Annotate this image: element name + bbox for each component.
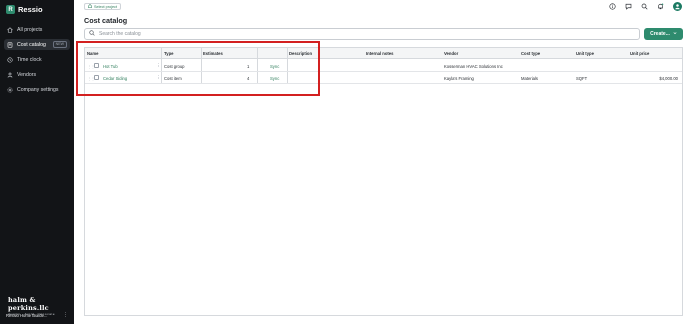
sidebar-item-label: Time clock [17,56,42,63]
clock-icon [7,56,13,63]
sidebar-item-label: Company settings [17,86,59,93]
chevron-down-icon [673,31,677,37]
create-button[interactable]: Create... [644,28,683,40]
sidebar-item-label: Cost catalog [17,41,46,48]
column-header-unit-price[interactable]: Unit price [630,51,649,56]
vendors-icon [7,72,13,78]
row-unit-type: SQFT [576,76,588,81]
create-button-label: Create... [650,31,670,37]
project-select[interactable]: Select project [84,3,122,10]
home-icon [7,26,13,33]
row-vendor: Kosserman HVAC Solutions Inc [444,64,503,69]
book-icon [7,41,13,48]
column-header-vendor[interactable]: Vendor [444,51,458,56]
sidebar-item-label: Vendors [17,71,37,78]
project-select-label: Select project [94,4,118,9]
column-header-internal-notes[interactable]: Internal notes [366,51,393,56]
bell-icon[interactable] [657,3,664,10]
page-title: Cost catalog [84,16,128,25]
row-cost-type: Materials [521,76,538,81]
topbar: Select project [74,0,688,14]
sidebar: R Ressio All projects Cost catalog NEW T… [0,0,74,324]
catalog-search[interactable] [84,28,640,40]
row-unit-price: $4,000.00 [659,76,678,81]
search-icon [89,30,95,38]
brand-logo-icon: R [6,5,15,14]
sidebar-item-all-projects[interactable]: All projects [4,24,70,35]
sidebar-item-label: All projects [17,26,43,33]
project-icon [88,4,92,9]
search-icon[interactable] [641,3,648,10]
gear-icon [7,86,13,93]
user-icon [675,4,680,10]
avatar[interactable] [673,2,682,11]
brand[interactable]: R Ressio [6,5,43,14]
brand-name: Ressio [18,5,43,14]
sidebar-nav: All projects Cost catalog NEW Time clock… [4,24,70,99]
sidebar-item-company-settings[interactable]: Company settings [4,84,70,95]
company-logo-name: halm & perkins.llc [8,296,49,312]
column-header-unit-type[interactable]: Unit type [576,51,594,56]
new-badge: NEW [52,41,67,48]
column-header-cost-type[interactable]: Cost type [521,51,540,56]
chat-icon[interactable] [625,3,632,10]
search-input[interactable] [99,31,599,37]
row-vendor: Kayla's Framing [444,76,474,81]
sidebar-item-cost-catalog[interactable]: Cost catalog NEW [4,39,70,50]
top-icons [609,2,682,11]
annotation-highlight-box [76,41,320,96]
help-icon[interactable] [609,3,616,10]
more-icon[interactable]: ⋮ [63,312,68,318]
account-switcher[interactable]: Ressio Home Builde... ⋮ [6,312,68,318]
sidebar-item-vendors[interactable]: Vendors [4,69,70,80]
sidebar-item-time-clock[interactable]: Time clock [4,54,70,65]
account-name: Ressio Home Builde... [6,312,48,318]
